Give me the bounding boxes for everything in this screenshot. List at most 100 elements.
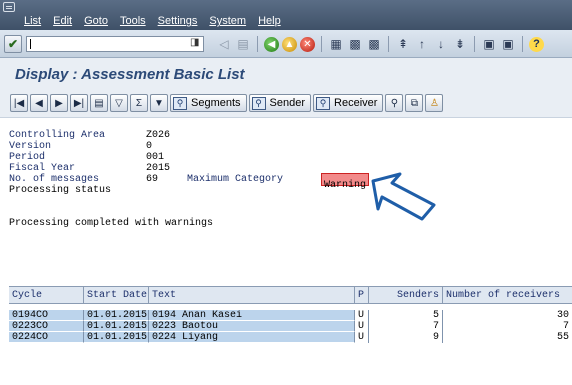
separator <box>522 36 523 52</box>
next-page-icon[interactable]: ↓ <box>433 36 449 52</box>
fiscal-year-label: Fiscal Year <box>9 163 76 174</box>
save-icon[interactable]: ▤ <box>235 36 251 52</box>
column-senders[interactable]: Senders <box>369 287 443 303</box>
column-cycle[interactable]: Cycle <box>9 287 84 303</box>
cell-senders: 7 <box>369 321 443 332</box>
magnifier-icon: ⚲ <box>173 96 187 110</box>
menu-settings[interactable]: Settings <box>158 15 198 27</box>
cell-start-date: 01.01.2015 <box>84 310 149 321</box>
menu-bar: List Edit Goto Tools Settings System Hel… <box>0 0 572 30</box>
title-bar: Display : Assessment Basic List <box>0 58 572 88</box>
receiver-button[interactable]: ⚲ Receiver <box>313 94 384 112</box>
page-title: Display : Assessment Basic List <box>15 66 245 83</box>
user-icon[interactable]: ♙ <box>425 94 444 112</box>
magnifier-icon: ⚲ <box>251 96 266 110</box>
table-header: Cycle Start Date Text P Senders Number o… <box>9 286 572 304</box>
max-category-label: Maximum Category <box>187 174 284 185</box>
copy-icon[interactable]: ⧉ <box>405 94 424 112</box>
standard-icons: ◁ ▤ ◀ ▲ ✕ ▦ ▩ ▩ ⇞ ↑ ↓ ⇟ ▣ ▣ ? <box>216 36 544 52</box>
receiver-label: Receiver <box>334 97 378 109</box>
system-menu-icon[interactable] <box>3 2 15 12</box>
filter-icon[interactable]: ▽ <box>110 94 128 112</box>
help-icon[interactable]: ? <box>529 36 544 52</box>
back-arrow-icon[interactable]: ◁ <box>216 36 232 52</box>
menu-help[interactable]: Help <box>258 15 281 27</box>
column-text[interactable]: Text <box>149 287 355 303</box>
cell-receivers: 30 <box>443 310 572 321</box>
new-session-icon[interactable]: ▣ <box>481 36 497 52</box>
fiscal-year-value: 2015 <box>146 163 171 174</box>
table-row[interactable]: 0224CO 01.01.2015 0224 Liyang U 9 55 <box>9 332 572 343</box>
separator <box>388 36 389 52</box>
messages-value: 69 <box>146 174 159 185</box>
warning-badge-text: Warning <box>324 180 367 191</box>
command-field[interactable] <box>26 36 204 52</box>
segments-button[interactable]: ⚲ Segments <box>170 94 247 112</box>
sender-label: Sender <box>269 97 306 109</box>
standard-toolbar: ✔ ◨ ◁ ▤ ◀ ▲ ✕ ▦ ▩ ▩ ⇞ ↑ ↓ ⇟ ▣ ▣ ? <box>0 30 572 58</box>
menu-goto[interactable]: Goto <box>84 15 108 27</box>
separator <box>257 36 258 52</box>
processing-status-label: Processing status <box>9 185 112 196</box>
find-next-icon[interactable]: ▩ <box>366 36 382 52</box>
warning-badge: Warning <box>321 173 370 191</box>
menu-tools[interactable]: Tools <box>120 15 146 27</box>
shortcut-icon[interactable]: ▣ <box>500 36 516 52</box>
status-message: Processing completed with warnings <box>9 218 214 229</box>
cell-text: 0194 Anan Kasei <box>149 310 355 321</box>
previous-page-icon[interactable]: ↑ <box>414 36 430 52</box>
cell-cycle: 0194CO <box>9 310 84 321</box>
column-receivers[interactable]: Number of receivers <box>443 287 572 303</box>
table-row[interactable]: 0194CO 01.01.2015 0194 Anan Kasei U 5 30 <box>9 310 572 321</box>
cancel-icon[interactable]: ✕ <box>300 36 315 52</box>
cell-text: 0224 Liyang <box>149 332 355 343</box>
version-value: 0 <box>146 141 153 152</box>
last-item-icon[interactable]: ▶| <box>70 94 88 112</box>
cell-text: 0223 Baotou <box>149 321 355 332</box>
segments-label: Segments <box>191 97 241 109</box>
controlling-area-value: Z026 <box>146 130 171 141</box>
find-icon[interactable]: ▩ <box>347 36 363 52</box>
application-toolbar: |◀ ◀ ▶ ▶| ▤ ▽ Σ ▼ ⚲ Segments ⚲ Sender ⚲ … <box>0 88 572 118</box>
cell-receivers: 7 <box>443 321 572 332</box>
pointer-arrow-icon <box>371 172 436 221</box>
cell-p: U <box>355 310 369 321</box>
separator <box>474 36 475 52</box>
menu-system[interactable]: System <box>209 15 246 27</box>
cell-start-date: 01.01.2015 <box>84 321 149 332</box>
sum-icon[interactable]: Σ <box>130 94 148 112</box>
previous-item-icon[interactable]: ◀ <box>30 94 48 112</box>
menu-edit[interactable]: Edit <box>53 15 72 27</box>
cell-p: U <box>355 321 369 332</box>
menu-items: List Edit Goto Tools Settings System Hel… <box>24 15 281 27</box>
cell-receivers: 55 <box>443 332 572 343</box>
cell-senders: 9 <box>369 332 443 343</box>
set-filter-icon[interactable]: ▼ <box>150 94 168 112</box>
cell-start-date: 01.01.2015 <box>84 332 149 343</box>
detail-icon[interactable]: ⚲ <box>385 94 404 112</box>
table-row[interactable]: 0223CO 01.01.2015 0223 Baotou U 7 7 <box>9 321 572 332</box>
last-page-icon[interactable]: ⇟ <box>452 36 468 52</box>
sender-button[interactable]: ⚲ Sender <box>248 94 312 112</box>
version-label: Version <box>9 141 52 152</box>
cell-p: U <box>355 332 369 343</box>
messages-label: No. of messages <box>9 174 100 185</box>
enter-check-icon[interactable]: ✔ <box>4 35 22 53</box>
column-start-date[interactable]: Start Date <box>84 287 149 303</box>
menu-list[interactable]: List <box>24 15 41 27</box>
print-icon[interactable]: ▦ <box>328 36 344 52</box>
first-item-icon[interactable]: |◀ <box>10 94 28 112</box>
first-page-icon[interactable]: ⇞ <box>395 36 411 52</box>
next-item-icon[interactable]: ▶ <box>50 94 68 112</box>
exit-icon[interactable]: ▲ <box>282 36 297 52</box>
cell-cycle: 0223CO <box>9 321 84 332</box>
separator <box>321 36 322 52</box>
command-history-icon[interactable]: ◨ <box>190 37 199 48</box>
cell-senders: 5 <box>369 310 443 321</box>
column-p[interactable]: P <box>355 287 369 303</box>
print-list-icon[interactable]: ▤ <box>90 94 108 112</box>
back-icon[interactable]: ◀ <box>264 36 279 52</box>
content-area: Controlling Area Z026 Version 0 Period 0… <box>0 118 572 385</box>
controlling-area-label: Controlling Area <box>9 130 106 141</box>
magnifier-icon: ⚲ <box>316 96 331 110</box>
